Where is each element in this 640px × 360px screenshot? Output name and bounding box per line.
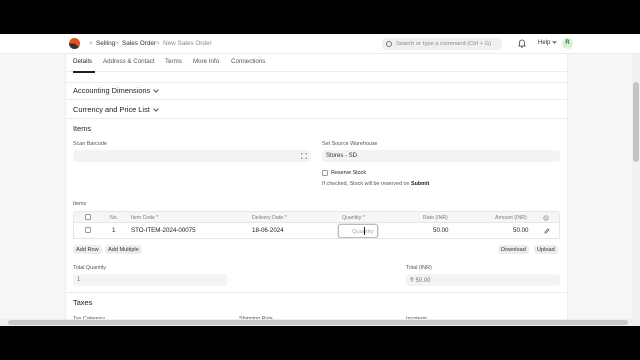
table-row[interactable]: 1 STO-ITEM-2024-00075 18-06-2024 Quantit…: [73, 223, 560, 239]
chevron-down-icon: [153, 87, 160, 93]
col-amount: Amount (INR): [495, 215, 527, 221]
reserve-stock-checkbox[interactable]: [322, 170, 328, 176]
scan-barcode-input[interactable]: [73, 150, 311, 162]
source-warehouse-input[interactable]: Stores - SD: [322, 150, 560, 162]
navbar: > Selling > Sales Order > New Sales Orde…: [0, 34, 640, 54]
tab-more-info[interactable]: More Info: [193, 58, 219, 65]
bell-icon[interactable]: [518, 39, 526, 48]
section-taxes-heading: Taxes: [73, 298, 93, 307]
search-placeholder: Search or type a command (Ctrl + G): [396, 40, 492, 47]
reserve-stock-label: Reserve Stock: [331, 170, 367, 176]
section-currency-price-list[interactable]: Currency and Price List: [73, 105, 159, 114]
tab-bar: Details Address & Contact Terms More Inf…: [66, 54, 569, 73]
breadcrumb-selling[interactable]: Selling: [96, 40, 115, 47]
avatar[interactable]: R: [562, 38, 573, 49]
text-cursor: [364, 227, 365, 235]
search-bar[interactable]: Search or type a command (Ctrl + G): [382, 38, 502, 50]
tab-connections[interactable]: Connections: [231, 58, 265, 65]
expand-icon[interactable]: [301, 153, 307, 159]
app-logo-icon[interactable]: [69, 38, 80, 49]
vertical-scrollbar[interactable]: [632, 54, 640, 320]
tab-details[interactable]: Details: [73, 58, 92, 65]
add-row-button[interactable]: Add Row: [73, 245, 102, 254]
help-menu[interactable]: Help: [538, 39, 557, 46]
quantity-placeholder: Quantity: [352, 228, 374, 235]
row-rate[interactable]: 50.00: [433, 227, 448, 234]
upload-button[interactable]: Upload: [534, 245, 558, 254]
scan-barcode-label: Scan Barcode: [73, 141, 107, 147]
row-checkbox[interactable]: [85, 227, 91, 233]
chevron-down-icon: [152, 106, 159, 112]
row-item-code[interactable]: STO-ITEM-2024-00075: [131, 227, 196, 234]
section-accounting-dimensions[interactable]: Accounting Dimensions: [73, 86, 160, 95]
total-quantity-label: Total Quantity: [73, 265, 106, 271]
divider: [66, 292, 569, 293]
reserve-stock-help: If checked, Stock will be reserved on Su…: [322, 181, 430, 187]
select-all-checkbox[interactable]: [85, 214, 91, 220]
chevron-down-icon: [552, 39, 557, 44]
divider: [66, 82, 569, 83]
search-icon: [386, 40, 392, 47]
table-header: No. Item Code * Delivery Date * Quantity…: [73, 211, 560, 223]
row-delivery-date[interactable]: 18-06-2024: [252, 227, 284, 234]
col-rate: Rate (INR): [423, 215, 448, 221]
items-table-label: Items: [73, 201, 87, 207]
form-card: Details Address & Contact Terms More Inf…: [65, 54, 569, 324]
divider: [66, 99, 569, 100]
settings-icon[interactable]: [543, 215, 549, 221]
total-quantity-value: 1: [73, 274, 227, 286]
total-label: Total (INR): [406, 265, 432, 271]
row-amount: 50.00: [513, 227, 529, 234]
breadcrumb-separator: >: [89, 40, 93, 47]
tab-terms[interactable]: Terms: [165, 58, 182, 65]
divider: [66, 118, 569, 119]
breadcrumb-current: New Sales Order: [163, 40, 212, 47]
total-value: ₹ 50.00: [406, 274, 560, 286]
scrollbar-thumb[interactable]: [8, 320, 628, 325]
row-quantity-input[interactable]: Quantity: [338, 224, 378, 238]
app-window: > Selling > Sales Order > New Sales Orde…: [0, 34, 640, 326]
breadcrumb-sales-order[interactable]: Sales Order: [122, 40, 156, 47]
horizontal-scrollbar[interactable]: [0, 319, 640, 326]
tab-address-contact[interactable]: Address & Contact: [103, 58, 155, 65]
add-multiple-button[interactable]: Add Multiple: [105, 245, 142, 254]
col-item-code: Item Code *: [131, 215, 159, 221]
col-delivery-date: Delivery Date *: [252, 215, 287, 221]
edit-icon[interactable]: [544, 228, 550, 234]
col-no: No.: [110, 215, 119, 221]
breadcrumb-separator: >: [156, 40, 160, 47]
col-quantity: Quantity *: [342, 215, 365, 221]
scrollbar-thumb[interactable]: [633, 82, 639, 162]
active-tab-indicator: [73, 71, 95, 73]
breadcrumb-separator: >: [115, 40, 119, 47]
section-items-heading: Items: [73, 124, 92, 133]
download-button[interactable]: Download: [498, 245, 529, 254]
row-no: 1: [112, 227, 116, 234]
source-warehouse-label: Set Source Warehouse: [322, 141, 378, 147]
